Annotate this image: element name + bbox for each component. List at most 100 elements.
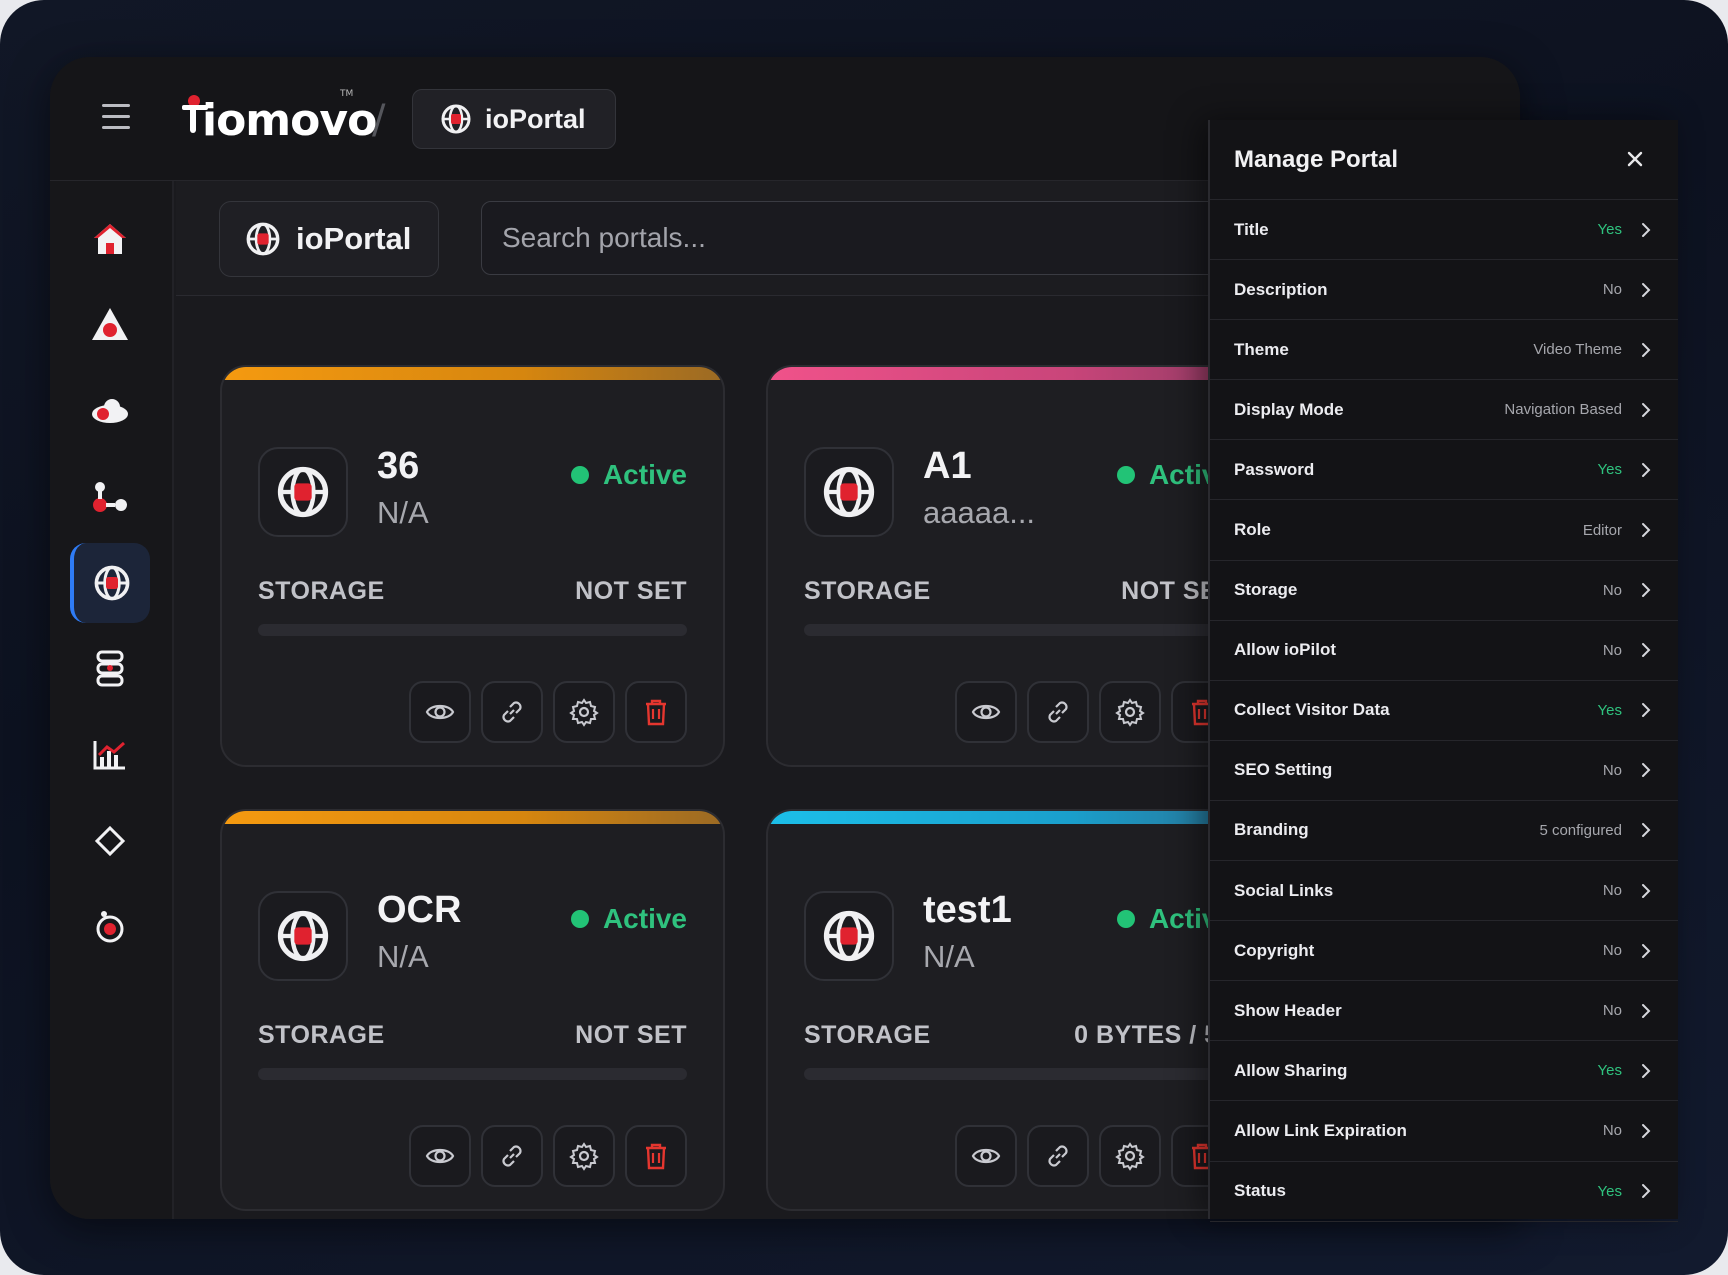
sidebar-item-home[interactable] (70, 199, 150, 279)
brand-logo[interactable]: iomovo TM (180, 89, 377, 147)
breadcrumb-current-app[interactable]: ioPortal (412, 89, 616, 149)
panel-setting-row[interactable]: Display Mode Navigation Based (1210, 380, 1678, 441)
chevron-right-icon (1642, 643, 1651, 658)
setting-label: Branding (1234, 820, 1309, 840)
panel-setting-row[interactable]: Status Yes (1210, 1162, 1678, 1222)
panel-setting-row[interactable]: Allow Sharing Yes (1210, 1041, 1678, 1102)
card-subtitle: N/A (377, 939, 429, 974)
chevron-right-icon (1642, 583, 1651, 598)
status-dot (1116, 910, 1135, 928)
analytics-icon (93, 741, 126, 770)
chevron-right-icon (1642, 1063, 1651, 1078)
card-subtitle: aaaaa... (923, 495, 1036, 530)
panel-setting-row[interactable]: Description No (1210, 260, 1678, 321)
setting-label: Allow Link Expiration (1234, 1120, 1407, 1140)
view-button[interactable] (955, 1125, 1017, 1187)
panel-setting-row[interactable]: Password Yes (1210, 440, 1678, 501)
card-accent-stripe (222, 367, 723, 380)
panel-setting-row[interactable]: Collect Visitor Data Yes (1210, 681, 1678, 741)
link-icon (1048, 1145, 1068, 1167)
chevron-right-icon (1642, 342, 1651, 357)
card-accent-stripe (768, 367, 1269, 380)
chevron-right-icon (1642, 1003, 1651, 1018)
card-icon (804, 447, 894, 537)
setting-label: Theme (1234, 339, 1289, 359)
panel-setting-row[interactable]: Title Yes (1210, 200, 1678, 261)
chevron-right-icon (1642, 883, 1651, 898)
setting-value: No (1602, 281, 1622, 299)
panel-setting-row[interactable]: Theme Video Theme (1210, 320, 1678, 381)
menu-icon[interactable] (102, 104, 130, 130)
settings-button[interactable] (553, 681, 615, 743)
setting-value: No (1602, 942, 1622, 960)
panel-setting-row[interactable]: Allow Link Expiration No (1210, 1101, 1678, 1162)
portal-globe-icon (823, 910, 875, 962)
portal-card[interactable]: A1 aaaaa... Active STORAGE NOT SET (766, 365, 1271, 767)
setting-value: No (1602, 641, 1622, 659)
portal-card[interactable]: OCR N/A Active STORAGE NOT SET (220, 809, 725, 1211)
link-icon (1048, 701, 1068, 723)
panel-setting-row[interactable]: Role Editor (1210, 500, 1678, 561)
settings-button[interactable] (1099, 681, 1161, 743)
portal-card[interactable]: test1 N/A Active STORAGE 0 BYTES / 50 (766, 809, 1271, 1211)
database-icon (96, 650, 124, 687)
storage-value: NOT SET (575, 1021, 687, 1049)
portal-card[interactable]: 36 N/A Active STORAGE NOT SET (220, 365, 725, 767)
delete-button[interactable] (625, 1125, 687, 1187)
card-subtitle: N/A (923, 939, 975, 974)
panel-setting-row[interactable]: Show Header No (1210, 981, 1678, 1042)
sidebar-item-assets[interactable] (70, 285, 150, 365)
sidebar-item-cloud[interactable] (70, 371, 150, 451)
settings-icon (1115, 698, 1145, 727)
view-button[interactable] (409, 1125, 471, 1187)
copy-link-button[interactable] (1027, 681, 1089, 743)
panel-setting-row[interactable]: Social Links No (1210, 861, 1678, 922)
setting-label: Allow Sharing (1234, 1060, 1348, 1080)
sidebar-item-diamond[interactable] (70, 801, 150, 881)
settings-icon (569, 1142, 599, 1171)
sidebar-item-record[interactable] (70, 887, 150, 967)
setting-label: Role (1234, 520, 1271, 540)
settings-icon (1115, 1142, 1145, 1171)
panel-setting-row[interactable]: Copyright No (1210, 921, 1678, 982)
chevron-right-icon (1642, 523, 1651, 538)
panel-title: Manage Portal (1234, 145, 1399, 173)
setting-value: Yes (1597, 221, 1622, 239)
chevron-right-icon (1642, 823, 1651, 838)
delete-button[interactable] (625, 681, 687, 743)
status-dot (1116, 466, 1135, 484)
setting-value: Navigation Based (1504, 401, 1622, 419)
delete-icon (646, 1143, 666, 1170)
view-icon (971, 1148, 1001, 1164)
settings-button[interactable] (553, 1125, 615, 1187)
link-icon (502, 1145, 522, 1167)
copy-link-button[interactable] (1027, 1125, 1089, 1187)
search-input[interactable] (481, 201, 1221, 275)
view-button[interactable] (955, 681, 1017, 743)
section-selector[interactable]: ioPortal (219, 201, 439, 277)
panel-setting-row[interactable]: Storage No (1210, 561, 1678, 621)
portal-globe-icon (823, 466, 875, 518)
close-icon[interactable] (1622, 146, 1648, 172)
settings-button[interactable] (1099, 1125, 1161, 1187)
storage-progress-bar (258, 624, 687, 636)
panel-setting-row[interactable]: Branding 5 configured (1210, 801, 1678, 862)
copy-link-button[interactable] (481, 681, 543, 743)
sidebar-item-analytics[interactable] (70, 715, 150, 795)
card-icon (804, 891, 894, 981)
sidebar-item-database[interactable] (70, 629, 150, 709)
setting-label: Social Links (1234, 880, 1334, 900)
view-button[interactable] (409, 681, 471, 743)
sidebar-item-workflow[interactable] (70, 457, 150, 537)
copy-link-button[interactable] (481, 1125, 543, 1187)
storage-label: STORAGE (258, 1021, 385, 1049)
status-dot (570, 466, 589, 484)
card-title: 36 (377, 445, 420, 487)
sidebar-item-portal[interactable] (70, 543, 150, 623)
assets-icon (92, 308, 128, 340)
chevron-right-icon (1642, 402, 1651, 417)
chevron-right-icon (1642, 282, 1651, 297)
panel-setting-row[interactable]: SEO Setting No (1210, 741, 1678, 801)
panel-setting-row[interactable]: Allow ioPilot No (1210, 621, 1678, 681)
card-icon (258, 447, 348, 537)
